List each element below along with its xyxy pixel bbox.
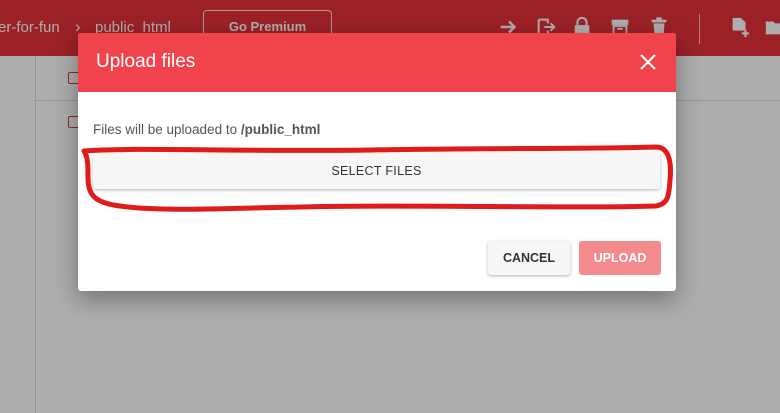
dialog-title: Upload files (96, 51, 196, 72)
select-files-button[interactable]: SELECT FILES (93, 154, 660, 189)
upload-destination-text: Files will be uploaded to /public_html (93, 122, 320, 137)
upload-button: UPLOAD (579, 241, 661, 275)
upload-files-dialog: Upload files Files will be uploaded to /… (78, 33, 676, 291)
upload-destination-prefix: Files will be uploaded to (93, 122, 241, 137)
cancel-button[interactable]: CANCEL (488, 241, 570, 275)
upload-destination-path: /public_html (240, 122, 321, 137)
dialog-header: Upload files (78, 33, 676, 92)
close-icon[interactable] (638, 52, 658, 72)
